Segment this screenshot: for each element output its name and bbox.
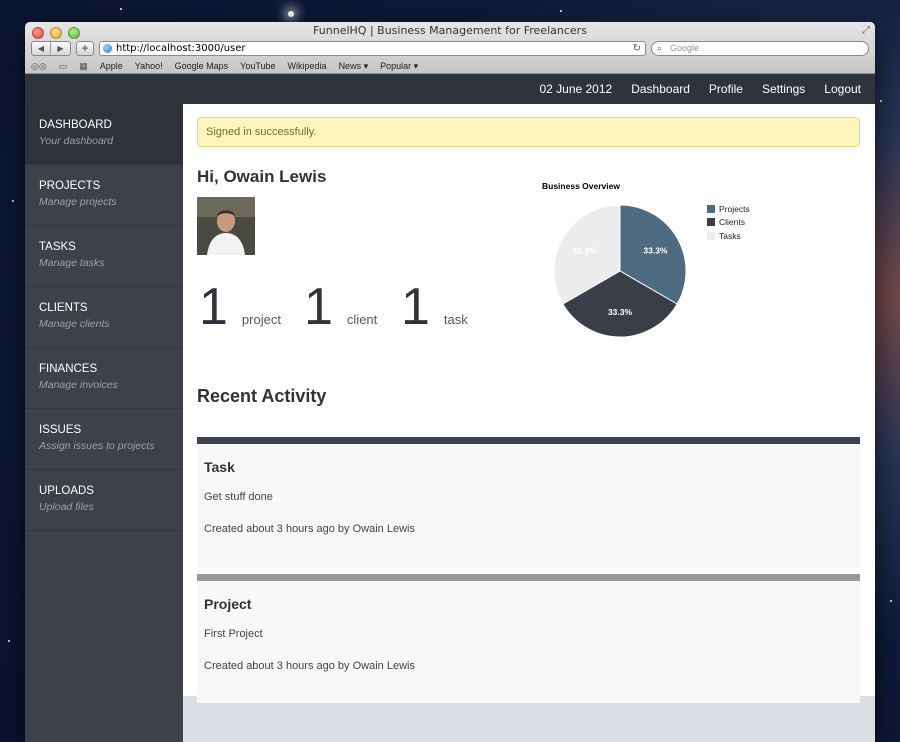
window-title: FunnelHQ | Business Management for Freel… [313,24,587,37]
sidebar-item-uploads[interactable]: UPLOADS Upload files [25,470,183,531]
legend-item-clients: Clients [707,216,750,230]
bookmark-item[interactable]: Wikipedia [288,61,327,71]
flash-message: Signed in successfully. [197,117,860,147]
legend-item-tasks: Tasks [707,229,750,243]
reading-list-icon[interactable]: ◎◎ [31,61,47,72]
sidebar-item-subtitle: Manage projects [39,196,117,208]
card-accent-bar [197,574,860,581]
add-bookmark-button[interactable]: + [76,41,94,56]
chart-title: Business Overview [542,181,620,191]
stat-projects: 1 project [199,278,281,336]
business-overview-pie-chart: 33.3% 33.3% 33.3% [553,204,687,338]
card-accent-bar [197,437,860,444]
activity-card-task: Task Get stuff done Created about 3 hour… [197,437,860,568]
url-text: http://localhost:3000/user [116,43,246,54]
legend-swatch [707,218,715,227]
browser-titlebar: FunnelHQ | Business Management for Freel… [25,22,875,74]
bookmarks-bar: ◎◎ ▭ ▦ Apple Yahoo! Google Maps YouTube … [31,59,869,73]
stat-tasks: 1 task [401,278,468,336]
sidebar-item-label: PROJECTS [39,180,101,192]
bookmark-item[interactable]: Google Maps [175,61,229,71]
nav-dashboard-link[interactable]: Dashboard [631,82,690,96]
globe-icon [103,44,112,53]
sidebar-item-subtitle: Assign issues to projects [39,440,155,452]
sidebar-item-subtitle: Your dashboard [39,135,114,147]
sidebar-item-finances[interactable]: FINANCES Manage invoices [25,348,183,409]
nav-logout-link[interactable]: Logout [824,82,861,96]
stat-label: task [443,312,468,327]
sidebar-item-subtitle: Manage clients [39,318,110,330]
activity-meta: Created about 3 hours ago by Owain Lewis [204,523,415,535]
search-placeholder: Google [670,43,700,53]
legend-label: Projects [719,203,750,214]
legend-label: Tasks [719,230,741,241]
browser-window: FunnelHQ | Business Management for Freel… [25,22,875,742]
bookmark-item[interactable]: Yahoo! [135,61,163,71]
bookmark-item[interactable]: News ▾ [339,61,369,72]
sidebar-item-projects[interactable]: PROJECTS Manage projects [25,165,183,226]
stat-value: 1 [401,278,430,336]
pie-data-label: 33.3% [643,246,668,256]
chart-legend: Projects Clients Tasks [707,202,750,243]
sidebar-item-issues[interactable]: ISSUES Assign issues to projects [25,409,183,470]
avatar [197,197,255,255]
pie-data-label: 33.3% [573,246,598,256]
reload-icon[interactable]: ↻ [633,42,641,55]
nav-profile-link[interactable]: Profile [709,82,743,96]
page-title: Hi, Owain Lewis [197,167,327,186]
search-icon: ⌕ [657,43,663,53]
legend-swatch [707,231,715,240]
sidebar-item-tasks[interactable]: TASKS Manage tasks [25,226,183,287]
legend-swatch [707,204,715,213]
main-content: Signed in successfully. Hi, Owain Lewis … [183,104,875,703]
legend-label: Clients [719,217,745,228]
stat-value: 1 [304,278,333,336]
back-forward-buttons: ◀ ▶ [31,41,71,56]
activity-body: Get stuff done [204,491,273,503]
back-button[interactable]: ◀ [32,42,51,55]
sidebar-item-label: DASHBOARD [39,119,112,131]
bookmark-item[interactable]: Apple [100,61,123,71]
address-bar[interactable]: http://localhost:3000/user ↻ [99,41,646,56]
activity-type: Project [204,596,252,612]
stat-value: 1 [199,278,228,336]
top-navigation: 02 June 2012 Dashboard Profile Settings … [25,74,875,104]
sidebar-item-label: UPLOADS [39,485,94,497]
recent-activity-heading: Recent Activity [197,386,327,406]
sidebar-item-label: ISSUES [39,424,82,436]
stat-clients: 1 client [304,278,378,336]
sidebar-item-subtitle: Upload files [39,501,94,513]
sidebar-item-label: TASKS [39,241,76,253]
bookmark-item[interactable]: YouTube [240,61,275,71]
sidebar-item-subtitle: Manage tasks [39,257,105,269]
top-sites-grid-icon[interactable]: ▦ [79,61,88,72]
user-photo [197,197,255,255]
activity-body: First Project [204,628,263,640]
search-field[interactable]: ⌕ Google [651,41,869,56]
activity-card-project: Project First Project Created about 3 ho… [197,574,860,703]
activity-meta: Created about 3 hours ago by Owain Lewis [204,660,415,672]
stat-label: client [346,312,378,327]
sidebar: DASHBOARD Your dashboard PROJECTS Manage… [25,104,183,742]
current-date: 02 June 2012 [539,82,613,96]
stat-label: project [241,312,281,327]
bookmark-item[interactable]: Popular ▾ [380,61,418,72]
forward-button[interactable]: ▶ [51,42,70,55]
sidebar-item-label: FINANCES [39,363,98,375]
sidebar-item-subtitle: Manage invoices [39,379,118,391]
bookmarks-book-icon[interactable]: ▭ [59,61,68,72]
sidebar-item-label: CLIENTS [39,302,88,314]
pie-data-label: 33.3% [608,307,633,317]
legend-item-projects: Projects [707,202,750,216]
fullscreen-icon[interactable]: ⤢ [862,25,870,36]
activity-type: Task [204,459,235,475]
sidebar-item-dashboard[interactable]: DASHBOARD Your dashboard [25,104,183,165]
nav-settings-link[interactable]: Settings [762,82,805,96]
sidebar-item-clients[interactable]: CLIENTS Manage clients [25,287,183,348]
